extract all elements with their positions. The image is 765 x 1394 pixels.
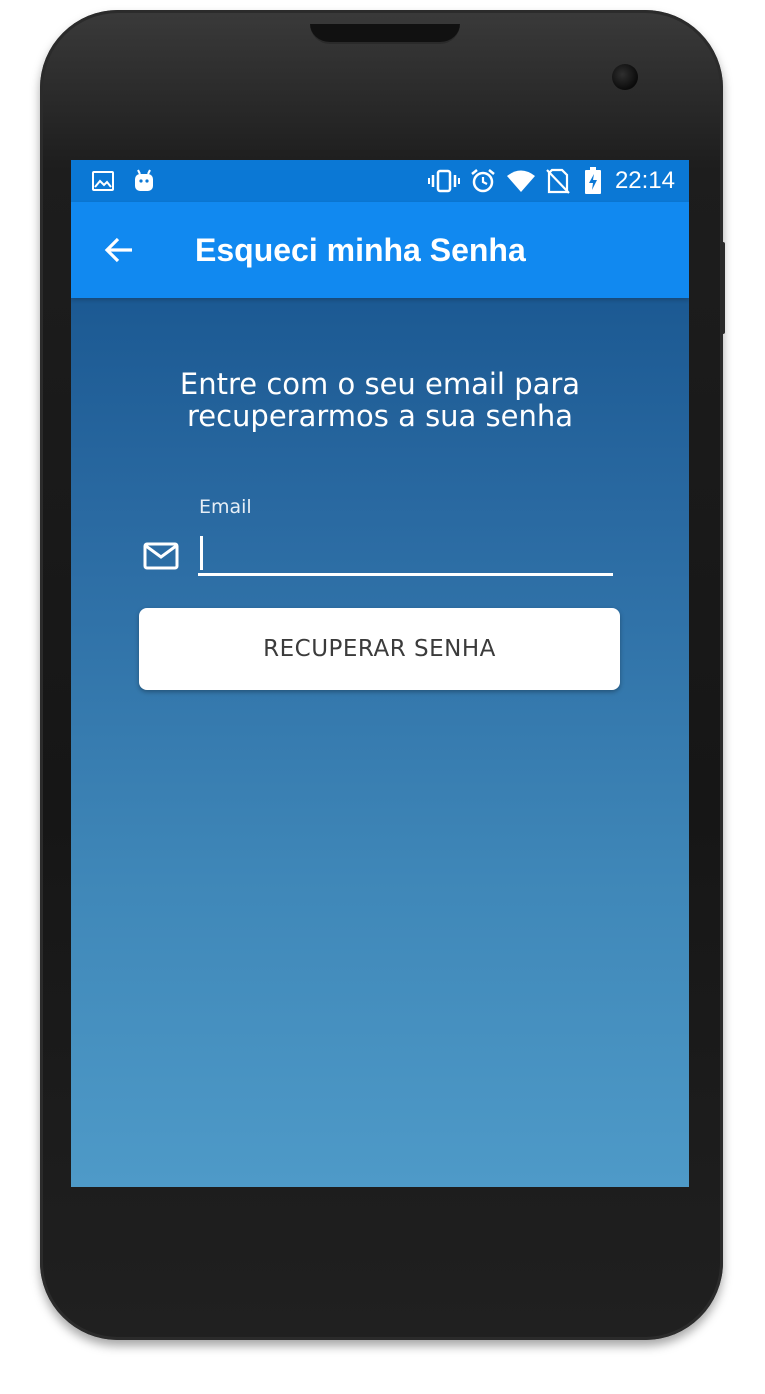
power-button — [721, 242, 725, 334]
back-button[interactable] — [99, 230, 139, 270]
mail-icon — [143, 542, 179, 570]
no-sim-icon — [545, 168, 571, 194]
page-title: Esqueci minha Senha — [195, 232, 526, 268]
instructions-text: Entre com o seu email para recuperarmos … — [151, 368, 609, 432]
app-screen: 22:14 Esqueci minha Senha Entre com o se… — [71, 160, 689, 1187]
battery-charging-icon — [583, 167, 603, 194]
alarm-icon — [469, 168, 497, 194]
android-icon — [131, 168, 157, 194]
image-icon — [91, 168, 115, 194]
recover-password-button[interactable]: RECUPERAR SENHA — [139, 608, 620, 690]
text-cursor — [200, 536, 203, 570]
arrow-back-icon — [104, 237, 132, 263]
wifi-icon — [505, 168, 537, 194]
status-bar: 22:14 — [71, 160, 689, 202]
vibrate-icon — [427, 168, 461, 194]
instructions-line-2: recuperarmos a sua senha — [186, 399, 574, 433]
email-label: Email — [199, 496, 252, 518]
instructions-line-1: Entre com o seu email para — [179, 367, 581, 401]
email-field[interactable] — [198, 532, 613, 576]
front-camera — [612, 64, 638, 90]
status-time: 22:14 — [614, 167, 675, 194]
app-bar: Esqueci minha Senha — [71, 202, 689, 298]
earpiece-speaker — [310, 24, 460, 44]
